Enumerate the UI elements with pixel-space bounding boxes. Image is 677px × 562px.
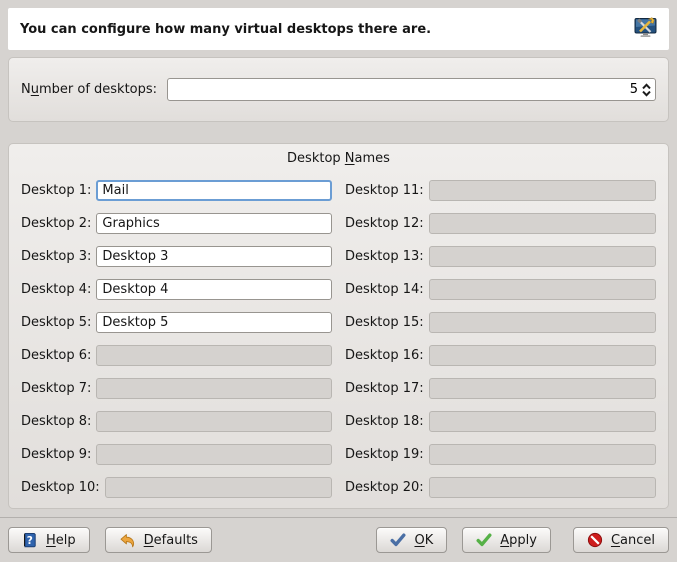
desktop-name-input <box>429 312 656 333</box>
desktop-name-row: Desktop 15: <box>345 312 656 333</box>
desktop-name-label: Desktop 19: <box>345 447 424 462</box>
desktop-name-label: Desktop 18: <box>345 414 424 429</box>
desktop-name-input <box>429 378 656 399</box>
desktop-name-row: Desktop 9: <box>21 444 332 465</box>
desktop-name-label: Desktop 3: <box>21 249 91 264</box>
desktop-name-label: Desktop 12: <box>345 216 424 231</box>
desktop-name-input <box>105 477 332 498</box>
chevron-up-icon[interactable] <box>641 83 652 90</box>
desktop-name-input <box>429 213 656 234</box>
desktop-name-label: Desktop 16: <box>345 348 424 363</box>
check-blue-icon <box>390 533 406 547</box>
desktop-name-label: Desktop 20: <box>345 480 424 495</box>
desktop-name-row: Desktop 4: <box>21 279 332 300</box>
virtual-desktops-settings-window: You can configure how many virtual deskt… <box>0 0 677 562</box>
desktop-name-row: Desktop 10: <box>21 477 332 498</box>
desktop-name-input[interactable] <box>96 279 332 300</box>
desktop-names-column-right: Desktop 11: Desktop 12: Desktop 13: Desk… <box>345 180 656 498</box>
number-of-desktops-input[interactable] <box>174 82 641 97</box>
desktop-name-input <box>429 279 656 300</box>
desktop-name-row: Desktop 13: <box>345 246 656 267</box>
desktop-name-row: Desktop 7: <box>21 378 332 399</box>
apply-button-label: Apply <box>500 533 537 548</box>
desktop-name-input <box>96 444 332 465</box>
header-message: You can configure how many virtual deskt… <box>20 22 431 37</box>
desktop-name-input[interactable] <box>96 180 332 201</box>
desktop-name-input[interactable] <box>96 312 332 333</box>
desktop-name-input <box>429 411 656 432</box>
desktop-name-label: Desktop 11: <box>345 183 424 198</box>
desktop-name-label: Desktop 14: <box>345 282 424 297</box>
desktop-name-label: Desktop 2: <box>21 216 91 231</box>
number-of-desktops-label: Number of desktops: <box>21 82 157 97</box>
desktop-name-label: Desktop 17: <box>345 381 424 396</box>
desktop-name-row: Desktop 20: <box>345 477 656 498</box>
button-bar: ? Help Defaults OK Apply <box>8 518 669 553</box>
desktop-name-input <box>429 444 656 465</box>
desktop-name-label: Desktop 5: <box>21 315 91 330</box>
desktop-name-label: Desktop 8: <box>21 414 91 429</box>
desktop-name-label: Desktop 13: <box>345 249 424 264</box>
defaults-button[interactable]: Defaults <box>105 527 212 553</box>
desktop-name-input <box>96 411 332 432</box>
desktop-name-label: Desktop 7: <box>21 381 91 396</box>
desktop-name-row: Desktop 14: <box>345 279 656 300</box>
desktop-name-row: Desktop 1: <box>21 180 332 201</box>
desktop-name-row: Desktop 6: <box>21 345 332 366</box>
apply-button[interactable]: Apply <box>462 527 551 553</box>
desktop-name-input <box>96 378 332 399</box>
number-of-desktops-spinbox <box>167 78 656 101</box>
desktop-name-input <box>429 180 656 201</box>
desktop-configure-icon <box>634 16 657 43</box>
desktop-name-input[interactable] <box>96 246 332 267</box>
desktop-names-column-left: Desktop 1: Desktop 2: Desktop 3: Desktop… <box>21 180 332 498</box>
desktop-name-row: Desktop 19: <box>345 444 656 465</box>
desktop-name-input[interactable] <box>96 213 332 234</box>
desktop-name-label: Desktop 10: <box>21 480 100 495</box>
check-green-icon <box>476 533 492 547</box>
desktop-name-row: Desktop 8: <box>21 411 332 432</box>
cancel-button[interactable]: Cancel <box>573 527 669 553</box>
desktop-names-group: Desktop Names Desktop 1: Desktop 2: Desk… <box>8 143 669 509</box>
desktop-name-row: Desktop 16: <box>345 345 656 366</box>
desktop-count-panel: Number of desktops: <box>8 57 669 122</box>
help-book-icon: ? <box>22 532 38 548</box>
desktop-name-row: Desktop 5: <box>21 312 332 333</box>
desktop-name-row: Desktop 3: <box>21 246 332 267</box>
svg-text:?: ? <box>27 535 33 547</box>
desktop-name-row: Desktop 17: <box>345 378 656 399</box>
desktop-name-label: Desktop 6: <box>21 348 91 363</box>
desktop-name-label: Desktop 9: <box>21 447 91 462</box>
chevron-down-icon[interactable] <box>641 90 652 97</box>
header-band: You can configure how many virtual deskt… <box>8 8 669 50</box>
desktop-name-row: Desktop 11: <box>345 180 656 201</box>
desktop-name-input <box>96 345 332 366</box>
desktop-name-input <box>429 345 656 366</box>
defaults-button-label: Defaults <box>144 533 198 548</box>
desktop-name-input <box>429 246 656 267</box>
desktop-names-columns: Desktop 1: Desktop 2: Desktop 3: Desktop… <box>21 180 656 498</box>
ok-button[interactable]: OK <box>376 527 447 553</box>
spin-arrows <box>641 83 652 97</box>
desktop-name-row: Desktop 18: <box>345 411 656 432</box>
desktop-name-input <box>429 477 656 498</box>
prohibition-icon <box>587 532 603 548</box>
desktop-name-row: Desktop 2: <box>21 213 332 234</box>
desktop-name-label: Desktop 1: <box>21 183 91 198</box>
desktop-names-title: Desktop Names <box>21 150 656 168</box>
cancel-button-label: Cancel <box>611 533 655 548</box>
desktop-name-row: Desktop 12: <box>345 213 656 234</box>
help-button-label: Help <box>46 533 76 548</box>
help-button[interactable]: ? Help <box>8 527 90 553</box>
ok-button-label: OK <box>414 533 433 548</box>
desktop-name-label: Desktop 15: <box>345 315 424 330</box>
undo-arrow-icon <box>119 533 136 548</box>
desktop-name-label: Desktop 4: <box>21 282 91 297</box>
